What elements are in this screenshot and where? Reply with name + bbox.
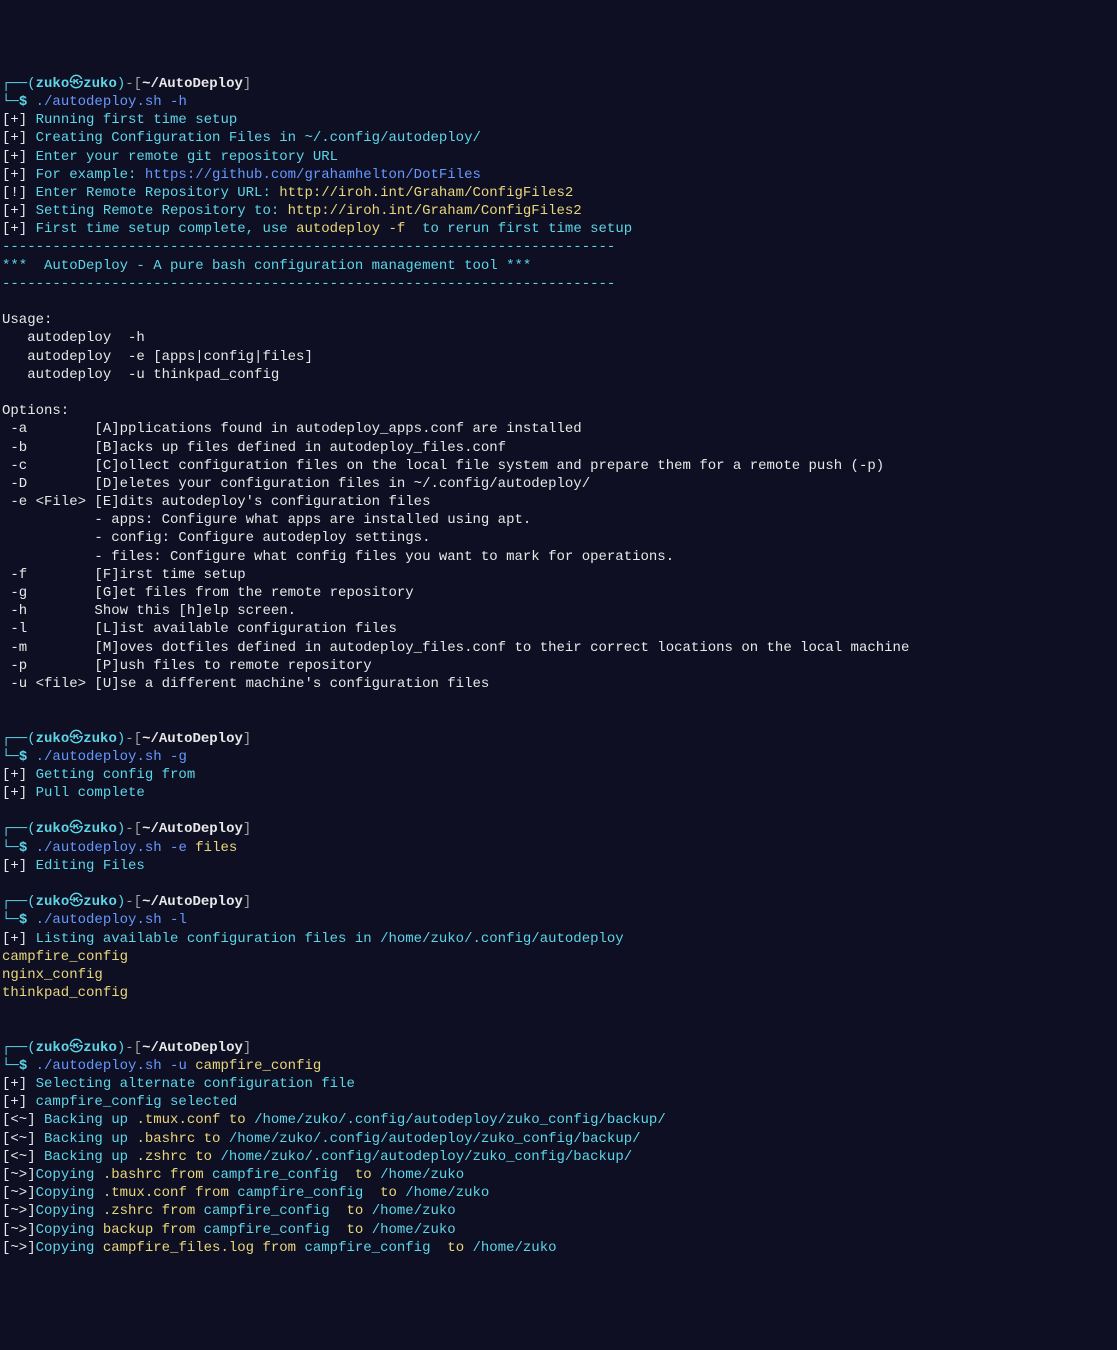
backup-line: [<~] Backing up .bashrc to /home/zuko/.c… [2, 1131, 641, 1147]
status-line: [+] campfire_config selected [2, 1094, 237, 1110]
config-file-item: campfire_config [2, 949, 128, 965]
usage-header: Usage: [2, 312, 52, 328]
option-p: -p [P]ush files to remote repository [2, 658, 372, 674]
option-a: -a [A]pplications found in autodeploy_ap… [2, 421, 582, 437]
prompt-line-2[interactable]: └─$ ./autodeploy.sh -e files [2, 840, 237, 856]
copy-line: [~>]Copying campfire_files.log from camp… [2, 1240, 557, 1256]
prompt-line-1: ┌──(zuko㉿zuko)-[~/AutoDeploy] [2, 894, 251, 910]
prompt-line-1: ┌──(zuko㉿zuko)-[~/AutoDeploy] [2, 76, 251, 92]
status-line: [+] Enter your remote git repository URL [2, 149, 338, 165]
option-u: -u <file> [U]se a different machine's co… [2, 676, 489, 692]
usage-example: autodeploy -h [2, 330, 153, 346]
terminal-output: ┌──(zuko㉿zuko)-[~/AutoDeploy] └─$ ./auto… [2, 75, 1115, 1257]
prompt-line-2[interactable]: └─$ ./autodeploy.sh -u campfire_config [2, 1058, 321, 1074]
option-b: -b [B]acks up files defined in autodeplo… [2, 440, 506, 456]
config-file-item: thinkpad_config [2, 985, 128, 1001]
prompt-line-1: ┌──(zuko㉿zuko)-[~/AutoDeploy] [2, 1040, 251, 1056]
prompt-line-2[interactable]: └─$ ./autodeploy.sh -g [2, 749, 187, 765]
status-line: [+] Pull complete [2, 785, 145, 801]
option-e-files: - files: Configure what config files you… [2, 549, 674, 565]
option-g: -g [G]et files from the remote repositor… [2, 585, 414, 601]
status-line: [+] For example: https://github.com/grah… [2, 167, 481, 183]
config-file-item: nginx_config [2, 967, 103, 983]
option-h: -h Show this [h]elp screen. [2, 603, 296, 619]
backup-line: [<~] Backing up .tmux.conf to /home/zuko… [2, 1112, 666, 1128]
banner-line: *** AutoDeploy - A pure bash configurati… [2, 258, 531, 274]
usage-example: autodeploy -u thinkpad_config [2, 367, 279, 383]
status-line: [+] Creating Configuration Files in ~/.c… [2, 130, 481, 146]
status-line: [+] Selecting alternate configuration fi… [2, 1076, 355, 1092]
option-f: -f [F]irst time setup [2, 567, 246, 583]
prompt-line-1: ┌──(zuko㉿zuko)-[~/AutoDeploy] [2, 731, 251, 747]
option-D: -D [D]eletes your configuration files in… [2, 476, 590, 492]
status-line: [+] Running first time setup [2, 112, 237, 128]
command-3: ./autodeploy.sh -e [36, 840, 187, 856]
copy-line: [~>]Copying .zshrc from campfire_config … [2, 1203, 456, 1219]
option-e-config: - config: Configure autodeploy settings. [2, 530, 430, 546]
prompt-line-2[interactable]: └─$ ./autodeploy.sh -h [2, 94, 187, 110]
copy-line: [~>]Copying .tmux.conf from campfire_con… [2, 1185, 489, 1201]
command-2: ./autodeploy.sh -g [36, 749, 187, 765]
command-4: ./autodeploy.sh -l [36, 912, 187, 928]
option-m: -m [M]oves dotfiles defined in autodeplo… [2, 640, 909, 656]
divider-line: ----------------------------------------… [2, 276, 615, 292]
status-line: [+] Setting Remote Repository to: http:/… [2, 203, 582, 219]
status-line: [+] First time setup complete, use autod… [2, 221, 632, 237]
command-1: ./autodeploy.sh -h [36, 94, 187, 110]
copy-line: [~>]Copying backup from campfire_config … [2, 1222, 456, 1238]
status-line: [+] Getting config from [2, 767, 204, 783]
option-e: -e <File> [E]dits autodeploy's configura… [2, 494, 430, 510]
prompt-line-1: ┌──(zuko㉿zuko)-[~/AutoDeploy] [2, 821, 251, 837]
options-header: Options: [2, 403, 69, 419]
status-alert: [!] Enter Remote Repository URL: http://… [2, 185, 573, 201]
command-5: ./autodeploy.sh -u [36, 1058, 187, 1074]
usage-example: autodeploy -e [apps|config|files] [2, 349, 313, 365]
option-l: -l [L]ist available configuration files [2, 621, 397, 637]
prompt-line-2[interactable]: └─$ ./autodeploy.sh -l [2, 912, 187, 928]
status-line: [+] Editing Files [2, 858, 145, 874]
option-e-apps: - apps: Configure what apps are installe… [2, 512, 531, 528]
divider-line: ----------------------------------------… [2, 239, 615, 255]
copy-line: [~>]Copying .bashrc from campfire_config… [2, 1167, 464, 1183]
backup-line: [<~] Backing up .zshrc to /home/zuko/.co… [2, 1149, 632, 1165]
option-c: -c [C]ollect configuration files on the … [2, 458, 884, 474]
status-line: [+] Listing available configuration file… [2, 931, 624, 947]
